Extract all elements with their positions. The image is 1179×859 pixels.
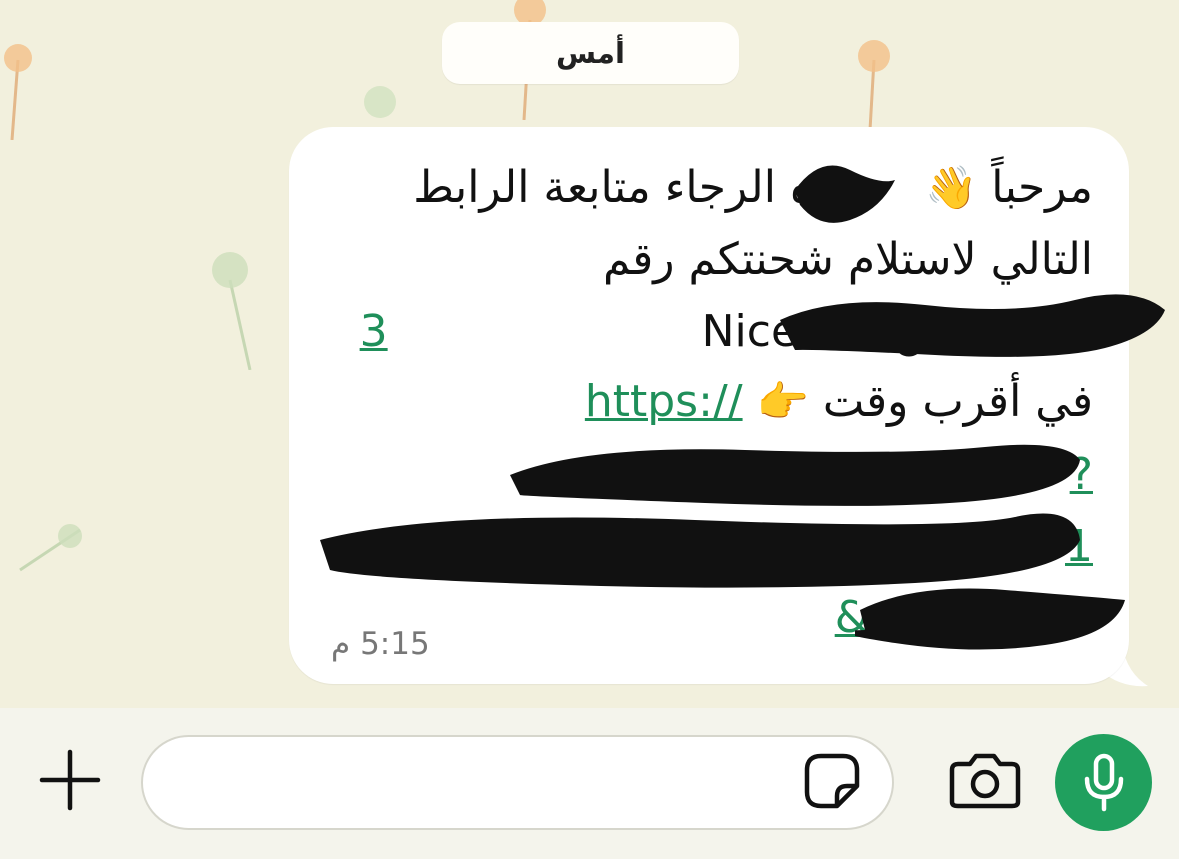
- sticker-button[interactable]: [803, 752, 861, 810]
- message-line-2: التالي لاستلام شحنتكم رقم: [602, 234, 1093, 285]
- pointing-emoji: 👉: [756, 377, 809, 426]
- date-chip: أمس: [442, 22, 739, 84]
- redaction-scribble: [510, 444, 1080, 506]
- microphone-button[interactable]: [1055, 734, 1152, 831]
- redaction-scribble: [795, 165, 895, 223]
- camera-button[interactable]: [948, 752, 1022, 810]
- message-timestamp: 5:15 م: [331, 626, 430, 662]
- tracking-number-link[interactable]: 3: [360, 302, 688, 362]
- sticker-icon: [804, 753, 860, 809]
- message-line-1: مرحباً 👋 ه الرجاء متابعة الرابط: [413, 158, 1093, 218]
- wallpaper-flower: [364, 86, 396, 118]
- microphone-icon: [1084, 753, 1123, 811]
- message-line-4: في أقرب وقت 👉 https://: [585, 372, 1093, 432]
- redaction-scribble: [780, 294, 1165, 357]
- wallpaper-flower: [212, 252, 252, 370]
- wallpaper-flower: [19, 524, 82, 572]
- message-input[interactable]: [141, 735, 894, 830]
- wallpaper-flower: [4, 44, 32, 140]
- message-text: في أقرب وقت: [822, 376, 1093, 427]
- wave-emoji: 👋: [924, 163, 978, 212]
- plus-button[interactable]: [38, 748, 102, 812]
- camera-icon: [949, 753, 1021, 809]
- redaction-scribble: [855, 588, 1125, 650]
- message-text: ه الرجاء متابعة الرابط: [413, 162, 813, 213]
- greeting-text: مرحباً: [991, 162, 1093, 213]
- url-link[interactable]: https://: [585, 372, 743, 432]
- wallpaper-flower: [858, 40, 890, 130]
- plus-icon: [39, 749, 101, 811]
